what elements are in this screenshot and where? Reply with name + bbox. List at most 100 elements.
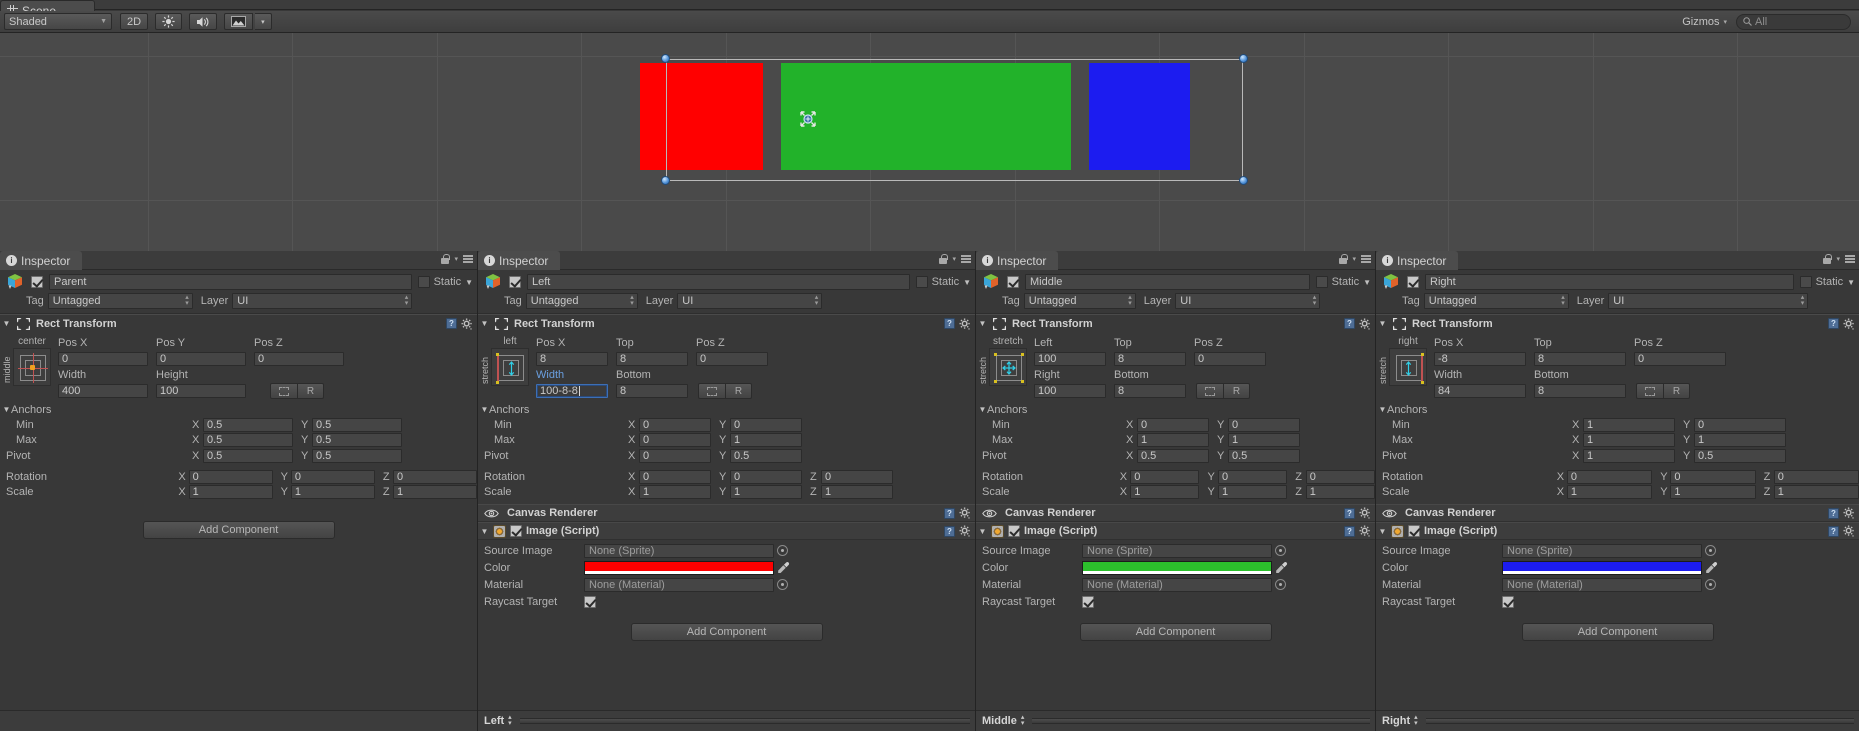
color-swatch[interactable]	[1082, 560, 1272, 575]
scale-z-input[interactable]: 1	[393, 484, 477, 499]
component-header-canvas-renderer[interactable]: Canvas Renderer?	[1376, 504, 1859, 522]
field-input-2[interactable]: 8	[1534, 351, 1626, 366]
field-input-4[interactable]: 100-8-8	[536, 384, 608, 398]
add-component-button[interactable]: Add Component	[630, 623, 823, 641]
add-component-button[interactable]: Add Component	[142, 521, 335, 539]
scale-x-input[interactable]: 1	[1130, 484, 1200, 499]
field-input-5[interactable]: 8	[1114, 384, 1186, 398]
scale-z-input[interactable]: 1	[821, 484, 893, 499]
material-field[interactable]: None (Material)	[1502, 577, 1702, 592]
raycast-target-checkbox[interactable]	[1082, 595, 1094, 608]
rotation-z-input[interactable]: 0	[1773, 469, 1859, 484]
gear-icon[interactable]	[1843, 525, 1855, 537]
tab-inspector-right[interactable]: i Inspector	[1376, 251, 1459, 270]
image-enabled-checkbox[interactable]	[1408, 525, 1420, 537]
anchor-min-y-input[interactable]: 0	[1694, 417, 1786, 432]
field-input-3[interactable]: 0	[1634, 351, 1726, 366]
static-chevron-down-icon[interactable]: ▼	[963, 278, 971, 287]
object-picker-icon[interactable]	[777, 579, 788, 590]
field-input-2[interactable]: 0	[156, 351, 246, 366]
foldout-arrow-icon[interactable]: ▼	[480, 319, 489, 328]
help-icon[interactable]: ?	[944, 507, 955, 519]
field-input-3[interactable]: 0	[254, 351, 344, 366]
raycast-target-checkbox[interactable]	[1502, 595, 1514, 608]
anchor-preset-widget[interactable]	[13, 348, 51, 386]
gear-icon[interactable]	[1843, 507, 1855, 519]
component-header-rect-transform[interactable]: ▼ Rect Transform?	[1376, 314, 1859, 332]
component-header-image-script[interactable]: ▼ Image (Script)?	[478, 522, 975, 540]
toggle-2d-button[interactable]: 2D	[120, 13, 149, 30]
component-header-image-script[interactable]: ▼ Image (Script)?	[976, 522, 1375, 540]
selection-handle-br[interactable]	[1239, 176, 1248, 185]
foldout-arrow-icon[interactable]: ▼	[1378, 527, 1387, 536]
selection-handle-tl[interactable]	[661, 54, 670, 63]
tab-inspector-parent[interactable]: i Inspector	[0, 251, 83, 270]
help-icon[interactable]: ?	[944, 525, 955, 537]
panel-menu-caret-icon[interactable]: ▾	[1352, 255, 1356, 263]
add-component-button[interactable]: Add Component	[1079, 623, 1272, 641]
gear-icon[interactable]	[1359, 507, 1371, 519]
scene-search-input[interactable]: All	[1736, 13, 1851, 30]
panel-menu-icon[interactable]	[1361, 255, 1371, 263]
scale-y-input[interactable]: 1	[290, 484, 375, 499]
pivot-y-input[interactable]: 0.5	[1228, 448, 1300, 463]
blueprint-mode-button[interactable]	[270, 383, 298, 399]
lock-icon[interactable]	[1823, 254, 1832, 264]
rotation-y-input[interactable]: 0	[1670, 469, 1756, 484]
foldout-arrow-icon[interactable]: ▼	[480, 527, 489, 536]
lock-icon[interactable]	[939, 254, 948, 264]
pivot-x-input[interactable]: 0.5	[203, 448, 293, 463]
pivot-x-input[interactable]: 0.5	[1137, 448, 1209, 463]
object-enabled-checkbox[interactable]	[509, 276, 521, 288]
anchor-min-y-input[interactable]: 0.5	[312, 417, 402, 432]
effects-chevron-down-icon[interactable]: ▾	[261, 18, 265, 26]
scene-object-red-rect[interactable]	[640, 63, 763, 170]
scale-x-input[interactable]: 1	[188, 484, 273, 499]
rotation-x-input[interactable]: 0	[188, 469, 273, 484]
raw-edit-mode-button[interactable]: R	[726, 383, 752, 399]
rotation-y-input[interactable]: 0	[1218, 469, 1288, 484]
panel-menu-icon[interactable]	[463, 255, 473, 263]
eyedropper-icon[interactable]	[777, 561, 790, 574]
field-input-3[interactable]: 0	[1194, 351, 1266, 366]
rotation-z-input[interactable]: 0	[1305, 469, 1375, 484]
help-icon[interactable]: ?	[1344, 525, 1355, 537]
static-checkbox[interactable]	[1799, 276, 1812, 288]
help-icon[interactable]: ?	[1828, 507, 1839, 519]
rotation-x-input[interactable]: 0	[1130, 469, 1200, 484]
field-input-5[interactable]: 8	[616, 384, 688, 398]
scale-x-input[interactable]: 1	[639, 484, 711, 499]
anchor-preset-widget[interactable]	[989, 348, 1027, 386]
image-enabled-checkbox[interactable]	[1008, 525, 1020, 537]
component-header-canvas-renderer[interactable]: Canvas Renderer?	[478, 504, 975, 522]
scale-y-input[interactable]: 1	[1670, 484, 1756, 499]
toggle-audio-button[interactable]	[189, 13, 218, 30]
move-tool-gizmo[interactable]	[796, 107, 820, 131]
scene-view[interactable]	[0, 33, 1859, 251]
scale-x-input[interactable]: 1	[1566, 484, 1653, 499]
help-icon[interactable]: ?	[1344, 507, 1355, 519]
field-input-5[interactable]: 100	[156, 384, 246, 398]
foldout-arrow-icon[interactable]: ▼	[2, 319, 11, 328]
tab-inspector-left[interactable]: i Inspector	[478, 251, 561, 270]
scale-z-input[interactable]: 1	[1305, 484, 1375, 499]
anchor-max-y-input[interactable]: 1	[730, 432, 802, 447]
layer-dropdown[interactable]: UI ▴ ▾	[1608, 293, 1809, 309]
footer-resize-handle-icon[interactable]: ▴ ▾	[508, 714, 512, 727]
gear-icon[interactable]	[959, 507, 971, 519]
toggle-effects-button[interactable]	[224, 13, 254, 30]
object-name-input[interactable]: Middle	[1025, 274, 1310, 290]
source-image-field[interactable]: None (Sprite)	[584, 543, 774, 558]
scale-z-input[interactable]: 1	[1773, 484, 1859, 499]
layer-dropdown[interactable]: UI ▴ ▾	[677, 293, 823, 309]
panel-menu-caret-icon[interactable]: ▾	[952, 255, 956, 263]
raw-edit-mode-button[interactable]: R	[298, 383, 324, 399]
source-image-field[interactable]: None (Sprite)	[1082, 543, 1272, 558]
image-enabled-checkbox[interactable]	[510, 525, 522, 537]
panel-menu-caret-icon[interactable]: ▾	[454, 255, 458, 263]
anchor-max-y-input[interactable]: 1	[1694, 432, 1786, 447]
material-field[interactable]: None (Material)	[1082, 577, 1272, 592]
rotation-x-input[interactable]: 0	[639, 469, 711, 484]
anchor-min-y-input[interactable]: 0	[730, 417, 802, 432]
layer-dropdown[interactable]: UI ▴ ▾	[232, 293, 413, 309]
